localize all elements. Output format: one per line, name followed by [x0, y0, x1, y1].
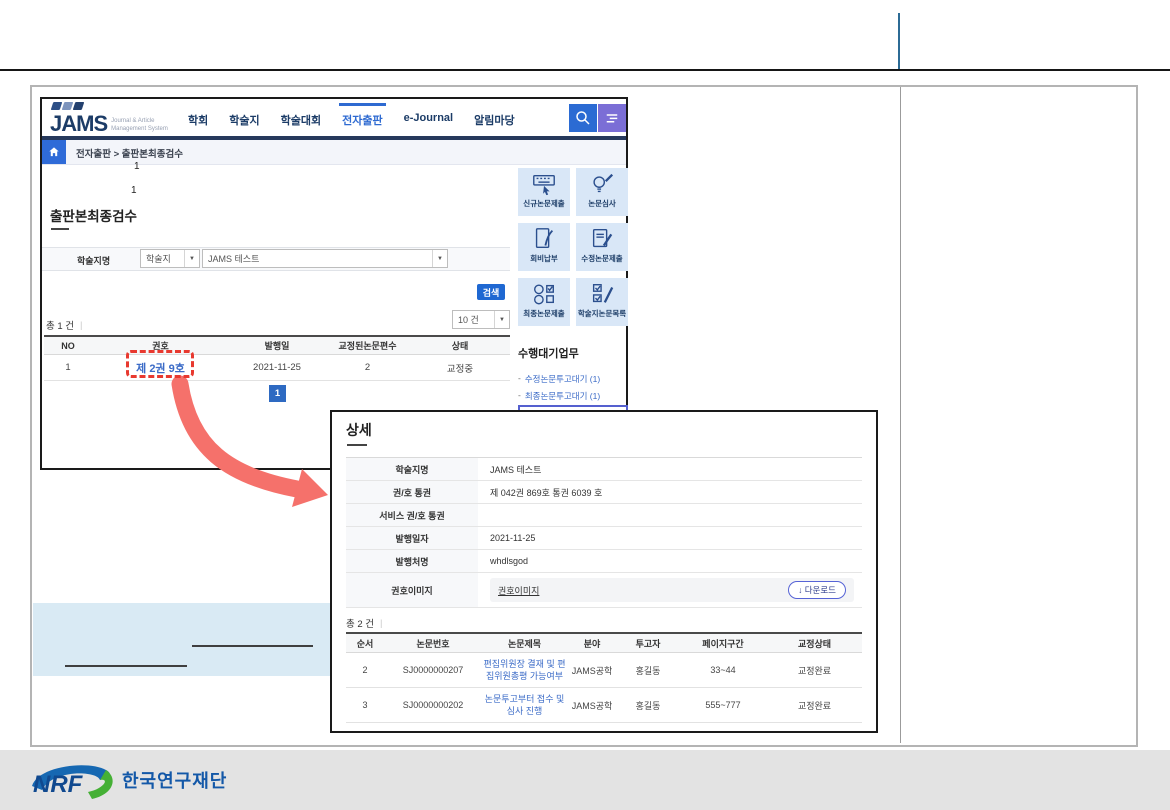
page-title-underline	[51, 228, 69, 230]
nav-item-journal[interactable]: 학술지	[229, 112, 259, 128]
detail-row-publisher: 발행처명 whdlsgod	[346, 550, 862, 573]
keyboard-hand-icon	[531, 171, 557, 197]
nav-item-society[interactable]: 학회	[188, 112, 208, 128]
note-underline	[65, 665, 187, 667]
article-title-link[interactable]: 편집위원장 결재 및 편집위원총평 가능여부	[483, 659, 565, 681]
highlight-note-box	[33, 603, 334, 676]
hamburger-menu-icon	[603, 109, 621, 127]
annotation-mark-1: 1	[134, 161, 140, 172]
popup-total-count: 총 2 건 |	[346, 616, 383, 630]
checklist-pencil-icon	[589, 281, 615, 307]
chevron-down-icon: ▼	[184, 250, 199, 267]
journal-type-select[interactable]: 학술지 ▼	[140, 249, 200, 268]
home-icon	[47, 145, 61, 159]
nav-item-notice[interactable]: 알림마당	[474, 112, 514, 128]
detail-table: 학술지명 JAMS 테스트 권/호 통권 제 042권 869호 통권 6039…	[346, 457, 862, 608]
detail-row-volume: 권/호 통권 제 042권 869호 통권 6039 호	[346, 481, 862, 504]
search-submit-button[interactable]: 검색	[477, 284, 505, 300]
download-button[interactable]: ↓ 다운로드	[788, 581, 846, 599]
cover-image-field: 권호이미지 ↓ 다운로드	[490, 578, 854, 602]
footer: NRF 한국연구재단	[0, 750, 1170, 810]
search-button[interactable]	[569, 104, 597, 132]
per-page-select[interactable]: 10 건 ▼	[452, 310, 510, 329]
article-row: 2 SJ0000000207 편집위원장 결재 및 편집위원총평 가능여부 JA…	[346, 653, 862, 688]
quick-final-submission[interactable]: 최종논문제출	[518, 278, 570, 326]
jams-logo-text: JAMS	[50, 113, 107, 135]
detail-row-service-volume: 서비스 권/호 통권	[346, 504, 862, 527]
article-title-link[interactable]: 논문투고부터 접수 및 심사 진행	[485, 694, 565, 716]
nav-item-epublishing-active[interactable]: 전자출판	[342, 112, 382, 128]
quick-review[interactable]: 논문심사	[576, 168, 628, 216]
detail-row-publish-date: 발행일자 2021-11-25	[346, 527, 862, 550]
nrf-logo: NRF 한국연구재단	[26, 760, 227, 800]
articles-table: 순서 논문번호 논문제목 분야 투고자 페이지구간 교정상태 2 SJ00000…	[346, 632, 862, 723]
pending-tasks-title: 수행대기업무	[518, 345, 579, 361]
breadcrumb: 전자출판 > 출판본최종검수	[42, 140, 626, 165]
popup-title: 상세	[346, 420, 372, 440]
manual-page: JAMS Journal & Article Management System…	[0, 0, 1170, 810]
quick-revised-submission[interactable]: 수정논문제출	[576, 223, 628, 271]
nrf-org-name: 한국연구재단	[122, 767, 227, 793]
page-title: 출판본최종검수	[50, 205, 137, 225]
faces-check-icon	[531, 281, 557, 307]
red-dashed-callout	[126, 350, 194, 378]
pending-item-revised[interactable]: - 수정논문투고대기 (1)	[518, 373, 600, 385]
detail-row-cover-image: 권호이미지 권호이미지 ↓ 다운로드	[346, 573, 862, 608]
content-frame-divider	[900, 87, 901, 743]
total-count: 총 1 건 |	[46, 318, 83, 332]
nav-item-ejournal[interactable]: e-Journal	[404, 112, 454, 128]
note-underline	[192, 645, 313, 647]
quick-new-submission[interactable]: 신규논문제출	[518, 168, 570, 216]
issues-table-header: NO 권호 발행일 교정된논문편수 상태	[44, 335, 510, 355]
top-vertical-divider	[898, 13, 900, 69]
search-icon	[574, 109, 592, 127]
quick-article-list[interactable]: 학술지논문목록	[576, 278, 628, 326]
jams-logo-mark-icon	[52, 102, 83, 110]
quick-menu: 신규논문제출 논문심사 회비납부	[518, 168, 628, 326]
annotation-mark-2: 1	[131, 185, 137, 196]
breadcrumb-path: 전자출판 > 출판본최종검수	[76, 146, 183, 160]
quick-fee-payment[interactable]: 회비납부	[518, 223, 570, 271]
journal-name-label: 학술지명	[77, 254, 110, 267]
home-button[interactable]	[42, 140, 66, 164]
document-feather-icon	[531, 226, 557, 252]
detail-popup: 상세 학술지명 JAMS 테스트 권/호 통권 제 042권 869호 통권 6…	[330, 410, 878, 733]
top-navigation: 학회 학술지 학술대회 전자출판 e-Journal 알림마당	[188, 112, 515, 128]
popup-title-underline	[347, 444, 367, 446]
jams-logo[interactable]: JAMS Journal & Article Management System	[50, 105, 173, 135]
article-row: 3 SJ0000000202 논문투고부터 접수 및 심사 진행 JAMS공학 …	[346, 688, 862, 723]
nav-item-conference[interactable]: 학술대회	[281, 112, 321, 128]
journal-select[interactable]: JAMS 테스트 ▼	[202, 249, 448, 268]
nrf-swoosh-icon: NRF	[26, 760, 114, 800]
jams-logo-subtitle: Journal & Article Management System	[111, 118, 173, 135]
nrf-logo-text: NRF	[33, 771, 84, 798]
cover-image-link[interactable]: 권호이미지	[498, 584, 539, 597]
menu-button[interactable]	[598, 104, 626, 132]
chevron-down-icon: ▼	[494, 311, 509, 328]
detail-row-journal: 학술지명 JAMS 테스트	[346, 458, 862, 481]
top-horizontal-rule	[0, 69, 1170, 71]
lightbulb-pencil-icon	[589, 171, 615, 197]
articles-table-header: 순서 논문번호 논문제목 분야 투고자 페이지구간 교정상태	[346, 632, 862, 653]
document-pencil-icon	[589, 226, 615, 252]
red-arrow	[120, 368, 350, 518]
chevron-down-icon: ▼	[432, 250, 447, 267]
pending-item-final[interactable]: - 최종논문투고대기 (1)	[518, 390, 600, 402]
